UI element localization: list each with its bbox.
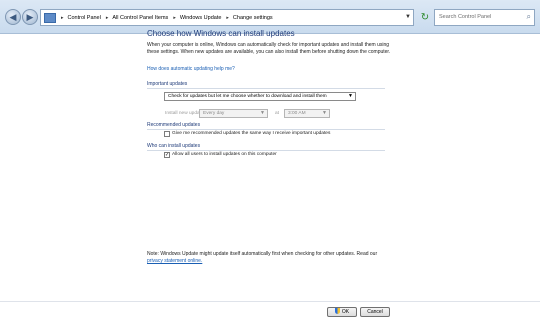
update-mode-select[interactable]: Check for updates but let me choose whet… bbox=[164, 92, 356, 101]
allow-all-users-label: Allow all users to install updates on th… bbox=[172, 152, 277, 157]
back-button[interactable]: ◀ bbox=[5, 9, 21, 25]
breadcrumb-item[interactable]: ▸ Control Panel bbox=[56, 15, 101, 21]
recommended-updates-label: Give me recommended updates the same way… bbox=[172, 131, 331, 136]
divider bbox=[147, 150, 385, 151]
footer-bar bbox=[0, 301, 540, 321]
day-select[interactable]: Every day ▼ bbox=[199, 109, 268, 118]
chevron-down-icon[interactable]: ▼ bbox=[405, 14, 411, 20]
important-updates-heading: Important updates bbox=[147, 81, 188, 87]
search-icon[interactable]: ⌕ bbox=[527, 12, 531, 22]
who-can-install-heading: Who can install updates bbox=[147, 143, 201, 149]
privacy-statement-link[interactable]: privacy statement online. bbox=[147, 258, 202, 264]
divider bbox=[147, 129, 385, 130]
ok-button[interactable]: OK bbox=[327, 307, 357, 317]
cancel-button[interactable]: Cancel bbox=[360, 307, 390, 317]
page-title: Choose how Windows can install updates bbox=[147, 29, 295, 38]
at-label: at bbox=[275, 111, 280, 116]
breadcrumb-item[interactable]: ▸ Change settings bbox=[221, 15, 272, 21]
shield-icon bbox=[334, 308, 340, 314]
divider bbox=[147, 88, 385, 89]
breadcrumb-item[interactable]: ▸ Windows Update bbox=[168, 15, 221, 21]
chevron-down-icon: ▼ bbox=[260, 110, 265, 116]
breadcrumb[interactable]: ▸ Control Panel ▸ All Control Panel Items … bbox=[40, 9, 414, 26]
search-input[interactable]: Search Control Panel ⌕ bbox=[434, 9, 535, 26]
chevron-down-icon: ▼ bbox=[322, 110, 327, 116]
intro-text: When your computer is online, Windows ca… bbox=[147, 42, 391, 55]
control-panel-icon bbox=[44, 12, 56, 23]
note-text: Note: Windows Update might update itself… bbox=[147, 251, 378, 264]
time-select[interactable]: 3:00 AM ▼ bbox=[284, 109, 330, 118]
help-link[interactable]: How does automatic updating help me? bbox=[147, 66, 235, 72]
recommended-updates-checkbox[interactable] bbox=[164, 131, 170, 137]
recommended-updates-heading: Recommended updates bbox=[147, 122, 201, 128]
forward-button[interactable]: ▶ bbox=[22, 9, 38, 25]
allow-all-users-checkbox[interactable]: ✓ bbox=[164, 152, 170, 158]
refresh-icon[interactable]: ↻ bbox=[418, 9, 432, 26]
chevron-down-icon: ▼ bbox=[348, 93, 353, 99]
breadcrumb-item[interactable]: ▸ All Control Panel Items bbox=[101, 15, 168, 21]
